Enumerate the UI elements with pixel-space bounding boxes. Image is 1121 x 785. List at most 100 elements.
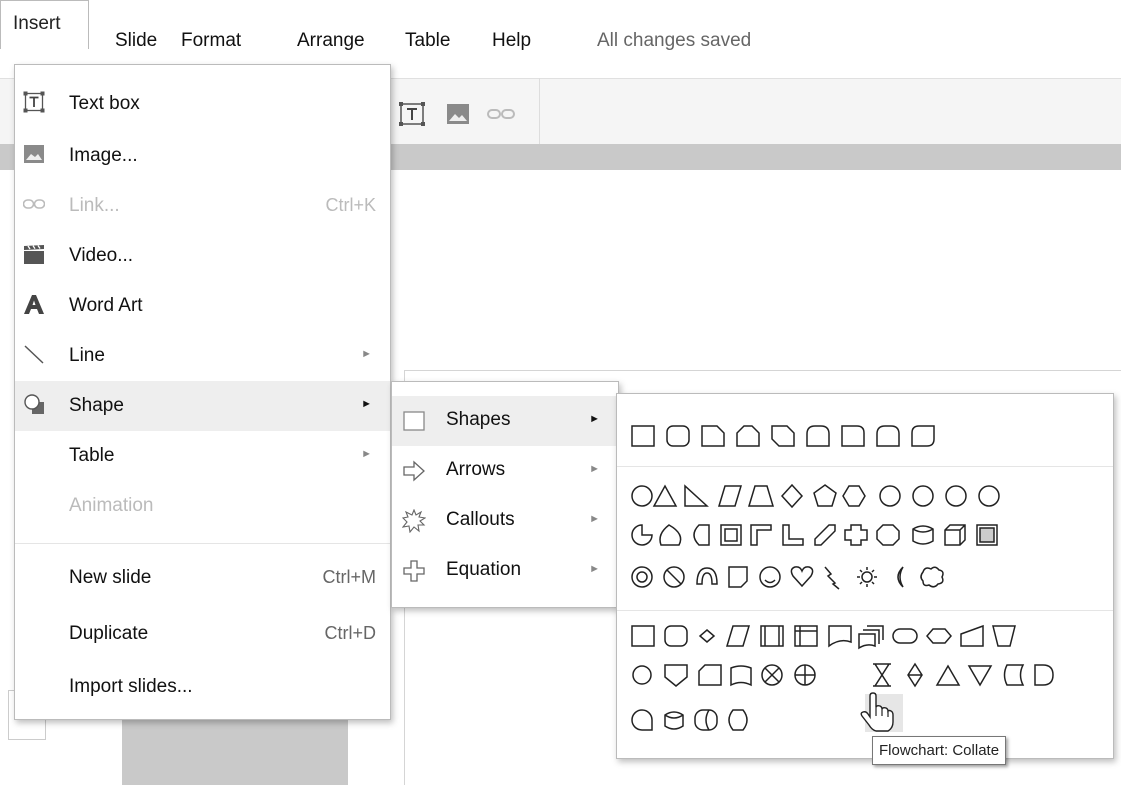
shape-rounded-rectangle-icon[interactable] xyxy=(666,425,690,447)
menu-item-shape[interactable]: Shape ► xyxy=(15,381,390,431)
shape-snip-corner-rectangle-icon[interactable] xyxy=(701,425,725,447)
image-icon[interactable] xyxy=(446,103,470,125)
menu-slide[interactable]: Slide xyxy=(115,30,157,52)
submenu-item-label: Shapes xyxy=(446,409,511,430)
shape-folded-corner-icon[interactable] xyxy=(728,566,748,588)
flowchart-sequential-access-storage-icon[interactable] xyxy=(631,709,653,731)
menu-item-import-slides[interactable]: Import slides... xyxy=(15,662,390,712)
shape-plaque-icon[interactable] xyxy=(876,524,900,546)
menu-item-label: Table xyxy=(69,445,115,466)
submenu-item-equation[interactable]: Equation ► xyxy=(392,546,618,596)
menu-item-video[interactable]: Video... xyxy=(15,231,390,281)
smiley-mouth xyxy=(764,579,776,584)
shape-round-same-side-rectangle-icon[interactable] xyxy=(806,425,830,447)
menu-item-word-art[interactable]: Word Art xyxy=(15,281,390,331)
flowchart-manual-input-icon[interactable] xyxy=(960,624,984,647)
link-icon[interactable] xyxy=(486,107,516,121)
submenu-item-arrows[interactable]: Arrows ► xyxy=(392,446,618,496)
shape-heart-icon[interactable] xyxy=(790,566,814,588)
shape-round-single-corner-rectangle-icon[interactable] xyxy=(841,425,865,447)
shape-sun-icon[interactable] xyxy=(861,571,873,583)
flowchart-sort-icon[interactable] xyxy=(907,662,923,688)
menu-item-line[interactable]: Line ► xyxy=(15,331,390,381)
flowchart-stored-data-icon[interactable] xyxy=(1003,664,1025,686)
shape-octagon-icon[interactable] xyxy=(912,485,934,507)
submenu-item-label: Callouts xyxy=(446,509,515,530)
menu-arrange[interactable]: Arrange xyxy=(297,30,365,52)
shape-lightning-bolt-icon[interactable] xyxy=(824,566,840,590)
shape-round-diagonal-rectangle-icon[interactable] xyxy=(911,425,935,447)
flowchart-internal-storage-icon[interactable] xyxy=(794,625,818,647)
menu-insert[interactable]: Insert xyxy=(0,0,89,49)
shape-tooltip: Flowchart: Collate xyxy=(872,736,1007,765)
shape-half-frame-icon[interactable] xyxy=(750,524,772,546)
shape-smiley-face-icon[interactable] xyxy=(759,566,781,588)
menu-item-text-box[interactable]: Text box xyxy=(15,79,390,129)
shape-cube-icon[interactable] xyxy=(944,524,966,546)
shape-pentagon-icon[interactable] xyxy=(813,484,837,507)
flowchart-connector-icon[interactable] xyxy=(632,665,652,685)
submenu-item-callouts[interactable]: Callouts ► xyxy=(392,496,618,546)
shape-diamond-icon[interactable] xyxy=(780,483,804,509)
flowchart-delay-icon[interactable] xyxy=(1034,664,1054,686)
bevel-inner xyxy=(979,527,995,543)
menu-table[interactable]: Table xyxy=(405,30,450,52)
menu-item-label: Duplicate xyxy=(69,623,149,644)
shape-moon-icon[interactable] xyxy=(897,566,904,588)
flowchart-decision-icon[interactable] xyxy=(698,629,716,643)
menu-item-label: Animation xyxy=(69,495,154,516)
flowchart-display-icon[interactable] xyxy=(728,709,748,731)
shape-can-icon[interactable] xyxy=(912,525,934,545)
shape-cloud-icon[interactable] xyxy=(920,566,944,588)
shape-right-triangle-icon[interactable] xyxy=(684,484,709,507)
flowchart-punched-tape-icon[interactable] xyxy=(730,665,752,687)
shape-donut-icon[interactable] xyxy=(631,566,653,588)
shape-hexagon-icon[interactable] xyxy=(842,485,866,507)
shape-pie-icon[interactable] xyxy=(631,524,653,546)
shape-parallelogram-icon[interactable] xyxy=(717,485,743,507)
submenu-arrow-icon: ► xyxy=(589,513,600,525)
flowchart-collate-icon[interactable] xyxy=(873,663,891,687)
flowchart-multidocument-icon[interactable] xyxy=(858,625,884,650)
shape-teardrop-icon[interactable] xyxy=(693,524,710,546)
shape-heptagon-icon[interactable] xyxy=(879,485,901,507)
menu-item-table[interactable]: Table ► xyxy=(15,431,390,481)
shape-dodecagon-icon[interactable] xyxy=(978,485,1000,507)
shape-round-corner-rectangle-icon[interactable] xyxy=(876,425,900,447)
shape-decagon-icon[interactable] xyxy=(945,485,967,507)
menu-item-duplicate[interactable]: Duplicate Ctrl+D xyxy=(15,609,390,659)
flowchart-extract-icon[interactable] xyxy=(935,664,961,686)
menu-item-new-slide[interactable]: New slide Ctrl+M xyxy=(15,553,390,603)
shape-triangle-icon[interactable] xyxy=(652,484,678,507)
menu-help[interactable]: Help xyxy=(492,30,531,52)
direct-access-storage-line xyxy=(705,709,710,731)
shape-trapezoid-icon[interactable] xyxy=(747,485,775,507)
flowchart-magnetic-disk-icon[interactable] xyxy=(664,711,684,730)
shape-chord-icon[interactable] xyxy=(659,524,682,546)
flowchart-preparation-icon[interactable] xyxy=(926,628,952,644)
menu-item-image[interactable]: Image... xyxy=(15,131,390,181)
shape-oval-icon[interactable] xyxy=(631,485,653,507)
submenu-item-shapes[interactable]: Shapes ► xyxy=(392,396,618,446)
flowchart-terminator-icon[interactable] xyxy=(892,628,918,644)
shape-rectangle-icon[interactable] xyxy=(631,425,655,447)
flowchart-process-icon[interactable] xyxy=(631,625,655,647)
flowchart-manual-operation-icon[interactable] xyxy=(992,625,1016,647)
flowchart-off-page-connector-icon[interactable] xyxy=(664,664,688,687)
menu-item-label: Text box xyxy=(69,93,140,114)
shape-block-arc-icon[interactable] xyxy=(696,567,718,585)
text-box-icon[interactable] xyxy=(398,101,428,127)
flowchart-document-icon[interactable] xyxy=(828,625,852,648)
shape-l-shape-icon[interactable] xyxy=(782,524,804,546)
menu-item-label: Word Art xyxy=(69,295,143,316)
shape-frame-icon[interactable] xyxy=(720,524,742,546)
shape-snip-diagonal-rectangle-icon[interactable] xyxy=(771,425,795,447)
flowchart-alternate-process-icon[interactable] xyxy=(664,625,688,647)
shape-cross-icon[interactable] xyxy=(844,524,868,546)
menu-format[interactable]: Format xyxy=(181,30,241,52)
shape-diagonal-stripe-icon[interactable] xyxy=(814,524,836,546)
flowchart-card-icon[interactable] xyxy=(698,664,722,686)
flowchart-data-icon[interactable] xyxy=(725,625,751,647)
flowchart-merge-icon[interactable] xyxy=(967,665,993,687)
shape-snip-same-side-rectangle-icon[interactable] xyxy=(736,425,760,447)
